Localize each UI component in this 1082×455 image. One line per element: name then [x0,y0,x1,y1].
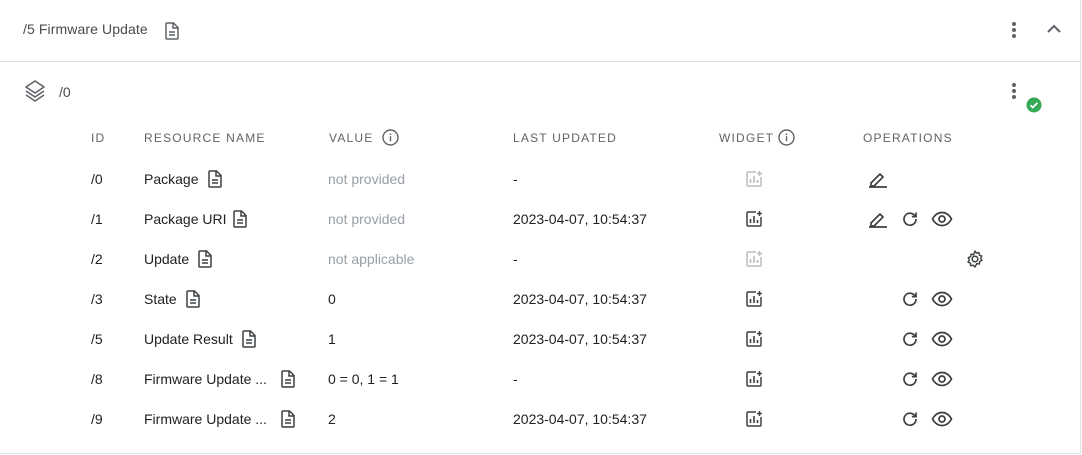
column-header-value: VALUE [329,131,374,145]
more-vert-icon[interactable] [1004,20,1024,40]
last-updated: - [513,171,518,187]
resource-id: /5 [91,331,103,347]
resource-name: Firmware Update ... [144,411,267,427]
resource-value: 0 [328,291,336,307]
last-updated: 2023-04-07, 10:54:37 [513,331,647,347]
resource-id: /1 [91,211,103,227]
refresh-icon[interactable] [901,330,919,348]
instance-label: /0 [59,84,71,100]
add-chart-icon[interactable] [745,410,763,428]
resource-value: 0 = 0, 1 = 1 [328,371,399,387]
last-updated: 2023-04-07, 10:54:37 [513,411,647,427]
eye-icon[interactable] [931,211,953,227]
resource-id: /9 [91,411,103,427]
resource-id: /2 [91,251,103,267]
add-chart-icon[interactable] [745,330,763,348]
column-header-widget: WIDGET [719,131,775,145]
resource-name: Firmware Update ... [144,371,267,387]
object-title: /5 Firmware Update [23,21,148,37]
resource-name: Update [144,251,190,267]
last-updated: 2023-04-07, 10:54:37 [513,211,647,227]
resource-value: 2 [328,411,336,427]
resource-name: Package [144,171,199,187]
more-vert-icon[interactable] [1004,81,1024,101]
last-updated: 2023-04-07, 10:54:37 [513,291,647,307]
refresh-icon[interactable] [901,410,919,428]
resource-value: not applicable [328,251,415,267]
add-chart-icon [745,170,763,188]
settings-gear-icon[interactable] [965,249,985,269]
document-icon[interactable] [197,250,213,268]
table-row: /3 State 0 2023-04-07, 10:54:37 [0,279,1081,319]
eye-icon[interactable] [931,371,953,387]
info-icon[interactable] [382,129,399,146]
eye-icon[interactable] [931,331,953,347]
document-icon[interactable] [280,370,296,388]
column-header-operations: OPERATIONS [863,131,953,145]
add-chart-icon[interactable] [745,370,763,388]
column-header-resource-name: RESOURCE NAME [144,131,266,145]
resource-name: Package URI [144,211,227,227]
last-updated: - [513,251,518,267]
add-chart-icon [745,250,763,268]
check-circle-icon [1026,97,1042,113]
add-chart-icon[interactable] [745,290,763,308]
resource-value: 1 [328,331,336,347]
refresh-icon[interactable] [901,370,919,388]
resource-id: /3 [91,291,103,307]
last-updated: - [513,371,518,387]
document-icon[interactable] [185,290,201,308]
layers-icon [23,79,47,103]
table-row: /9 Firmware Update ... 2 2023-04-07, 10:54:… [0,399,1081,439]
document-icon[interactable] [241,330,257,348]
resource-value: not provided [328,211,406,227]
edit-icon[interactable] [868,210,888,228]
column-header-last-updated: LAST UPDATED [513,131,617,145]
document-icon[interactable] [280,410,296,428]
resource-name: State [144,291,177,307]
table-row: /1 Package URI not provided 2023-04-07, 10:… [0,199,1081,239]
chevron-up-icon[interactable] [1044,19,1064,39]
add-chart-icon[interactable] [745,210,763,228]
column-header-id: ID [91,131,106,145]
refresh-icon[interactable] [901,290,919,308]
info-icon[interactable] [778,129,795,146]
refresh-icon[interactable] [901,210,919,228]
document-icon[interactable] [164,22,180,40]
table-row: /0 Package not provided - [0,159,1081,199]
resource-name: Update Result [144,331,233,347]
resource-value: not provided [328,171,406,187]
document-icon[interactable] [207,170,223,188]
table-row: /2 Update not applicable - [0,239,1081,279]
object-panel: /5 Firmware Update /0 ID RESOURCE NAME V… [0,0,1081,454]
resource-id: /8 [91,371,103,387]
eye-icon[interactable] [931,291,953,307]
eye-icon[interactable] [931,411,953,427]
object-header[interactable]: /5 Firmware Update [0,0,1081,62]
document-icon[interactable] [232,210,248,228]
table-row: /5 Update Result 1 2023-04-07, 10:54:37 [0,319,1081,359]
edit-icon[interactable] [868,170,888,188]
resource-id: /0 [91,171,103,187]
table-row: /8 Firmware Update ... 0 = 0, 1 = 1 - [0,359,1081,399]
